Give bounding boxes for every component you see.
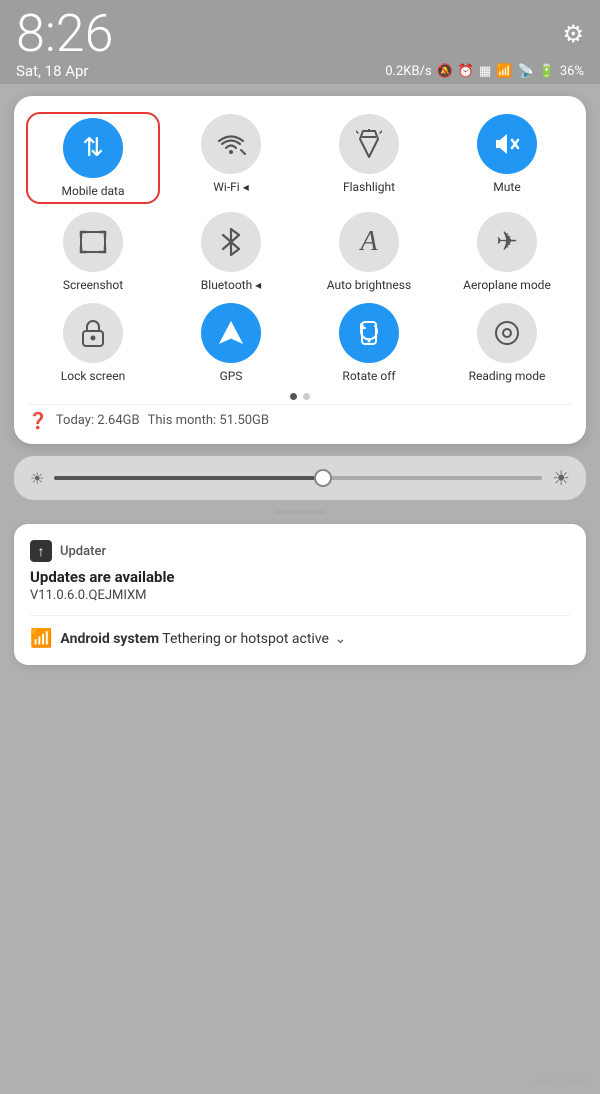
scroll-indicator bbox=[275, 510, 325, 514]
screenshot-icon bbox=[63, 212, 123, 272]
wifi-small-icon: 📶 bbox=[30, 628, 52, 649]
rotate-off-icon bbox=[339, 303, 399, 363]
notif-title: Updates are available bbox=[30, 568, 570, 586]
reading-mode-icon bbox=[477, 303, 537, 363]
android-system-text: Android system Tethering or hotspot acti… bbox=[60, 631, 346, 647]
alarm-icon: ⏰ bbox=[458, 64, 474, 79]
reading-mode-label: Reading mode bbox=[469, 369, 546, 383]
updater-app-icon: ↑ bbox=[30, 540, 52, 562]
notif-header: ↑ Updater bbox=[30, 540, 570, 562]
bluetooth-icon bbox=[201, 212, 261, 272]
tile-aeroplane-mode[interactable]: ✈ Aeroplane mode bbox=[442, 212, 572, 292]
screenshot-label: Screenshot bbox=[63, 278, 123, 292]
tile-mobile-data[interactable]: ⇅ Mobile data bbox=[28, 114, 158, 202]
wifi-label: Wi-Fi ◂ bbox=[213, 180, 248, 194]
notification-card-updater[interactable]: ↑ Updater Updates are available V11.0.6.… bbox=[14, 524, 586, 665]
lock-screen-icon bbox=[63, 303, 123, 363]
brightness-high-icon: ☀ bbox=[552, 466, 570, 490]
clock: 8:26 bbox=[16, 8, 113, 60]
tile-auto-brightness[interactable]: A Auto brightness bbox=[304, 212, 434, 292]
tile-grid: ⇅ Mobile data Wi-Fi ◂ bbox=[28, 114, 572, 383]
settings-icon[interactable]: ⚙ bbox=[562, 20, 584, 48]
notif-divider bbox=[30, 615, 570, 616]
gps-icon bbox=[201, 303, 261, 363]
brightness-track[interactable] bbox=[54, 476, 542, 480]
brightness-thumb[interactable] bbox=[314, 469, 332, 487]
quick-panel: ⇅ Mobile data Wi-Fi ◂ bbox=[14, 96, 586, 444]
tile-rotate-off[interactable]: Rotate off bbox=[304, 303, 434, 383]
page-dots bbox=[28, 393, 572, 400]
tile-lock-screen[interactable]: Lock screen bbox=[28, 303, 158, 383]
mobile-data-label: Mobile data bbox=[62, 184, 125, 198]
status-icons: 0.2KB/s 🔕 ⏰ ▦ 📶 📡 🔋 36% bbox=[385, 64, 584, 79]
tile-screenshot[interactable]: Screenshot bbox=[28, 212, 158, 292]
chevron-down-icon: ⌄ bbox=[334, 631, 346, 647]
watermark: wsxdn.com bbox=[534, 1075, 590, 1088]
updater-app-name: Updater bbox=[60, 544, 106, 559]
tile-gps[interactable]: GPS bbox=[166, 303, 296, 383]
rotate-off-label: Rotate off bbox=[342, 369, 395, 383]
tile-mute[interactable]: Mute bbox=[442, 114, 572, 202]
bluetooth-label: Bluetooth ◂ bbox=[201, 278, 261, 292]
brightness-low-icon: ☀ bbox=[30, 469, 44, 488]
gps-label: GPS bbox=[220, 369, 243, 383]
tile-flashlight[interactable]: Flashlight bbox=[304, 114, 434, 202]
aeroplane-mode-label: Aeroplane mode bbox=[463, 278, 551, 292]
signal-icon: 📶 bbox=[496, 64, 512, 79]
aeroplane-mode-icon: ✈ bbox=[477, 212, 537, 272]
data-usage-icon: ❓ bbox=[28, 411, 48, 430]
wifi-icon bbox=[201, 114, 261, 174]
auto-brightness-icon: A bbox=[339, 212, 399, 272]
battery-icon: 🔋 bbox=[539, 64, 555, 79]
tile-wifi[interactable]: Wi-Fi ◂ bbox=[166, 114, 296, 202]
brightness-bar[interactable]: ☀ ☀ bbox=[14, 456, 586, 500]
data-usage: ❓ Today: 2.64GB This month: 51.50GB bbox=[28, 404, 572, 430]
data-speed: 0.2KB/s bbox=[385, 64, 431, 79]
date-label: Sat, 18 Apr bbox=[16, 62, 89, 80]
battery-percent: 36% bbox=[560, 64, 584, 79]
mute-icon: 🔕 bbox=[437, 64, 453, 79]
flashlight-icon bbox=[339, 114, 399, 174]
tile-bluetooth[interactable]: Bluetooth ◂ bbox=[166, 212, 296, 292]
auto-brightness-label: Auto brightness bbox=[327, 278, 411, 292]
month-usage: This month: 51.50GB bbox=[148, 413, 269, 428]
mute-tile-icon bbox=[477, 114, 537, 174]
lock-screen-label: Lock screen bbox=[61, 369, 125, 383]
wifi-icon: 📡 bbox=[517, 64, 533, 79]
mobile-data-icon: ⇅ bbox=[63, 118, 123, 178]
flashlight-label: Flashlight bbox=[343, 180, 395, 194]
dot-1 bbox=[290, 393, 297, 400]
mute-label: Mute bbox=[493, 180, 520, 194]
status-bar: 8:26 ⚙ Sat, 18 Apr 0.2KB/s 🔕 ⏰ ▦ 📶 📡 🔋 3… bbox=[0, 0, 600, 84]
android-system-notif: 📶 Android system Tethering or hotspot ac… bbox=[30, 628, 570, 649]
dot-2 bbox=[303, 393, 310, 400]
notif-body: V11.0.6.0.QEJMIXM bbox=[30, 588, 570, 603]
today-usage: Today: 2.64GB bbox=[56, 413, 140, 428]
sim-icon: ▦ bbox=[479, 64, 491, 79]
tile-reading-mode[interactable]: Reading mode bbox=[442, 303, 572, 383]
brightness-fill bbox=[54, 476, 322, 480]
